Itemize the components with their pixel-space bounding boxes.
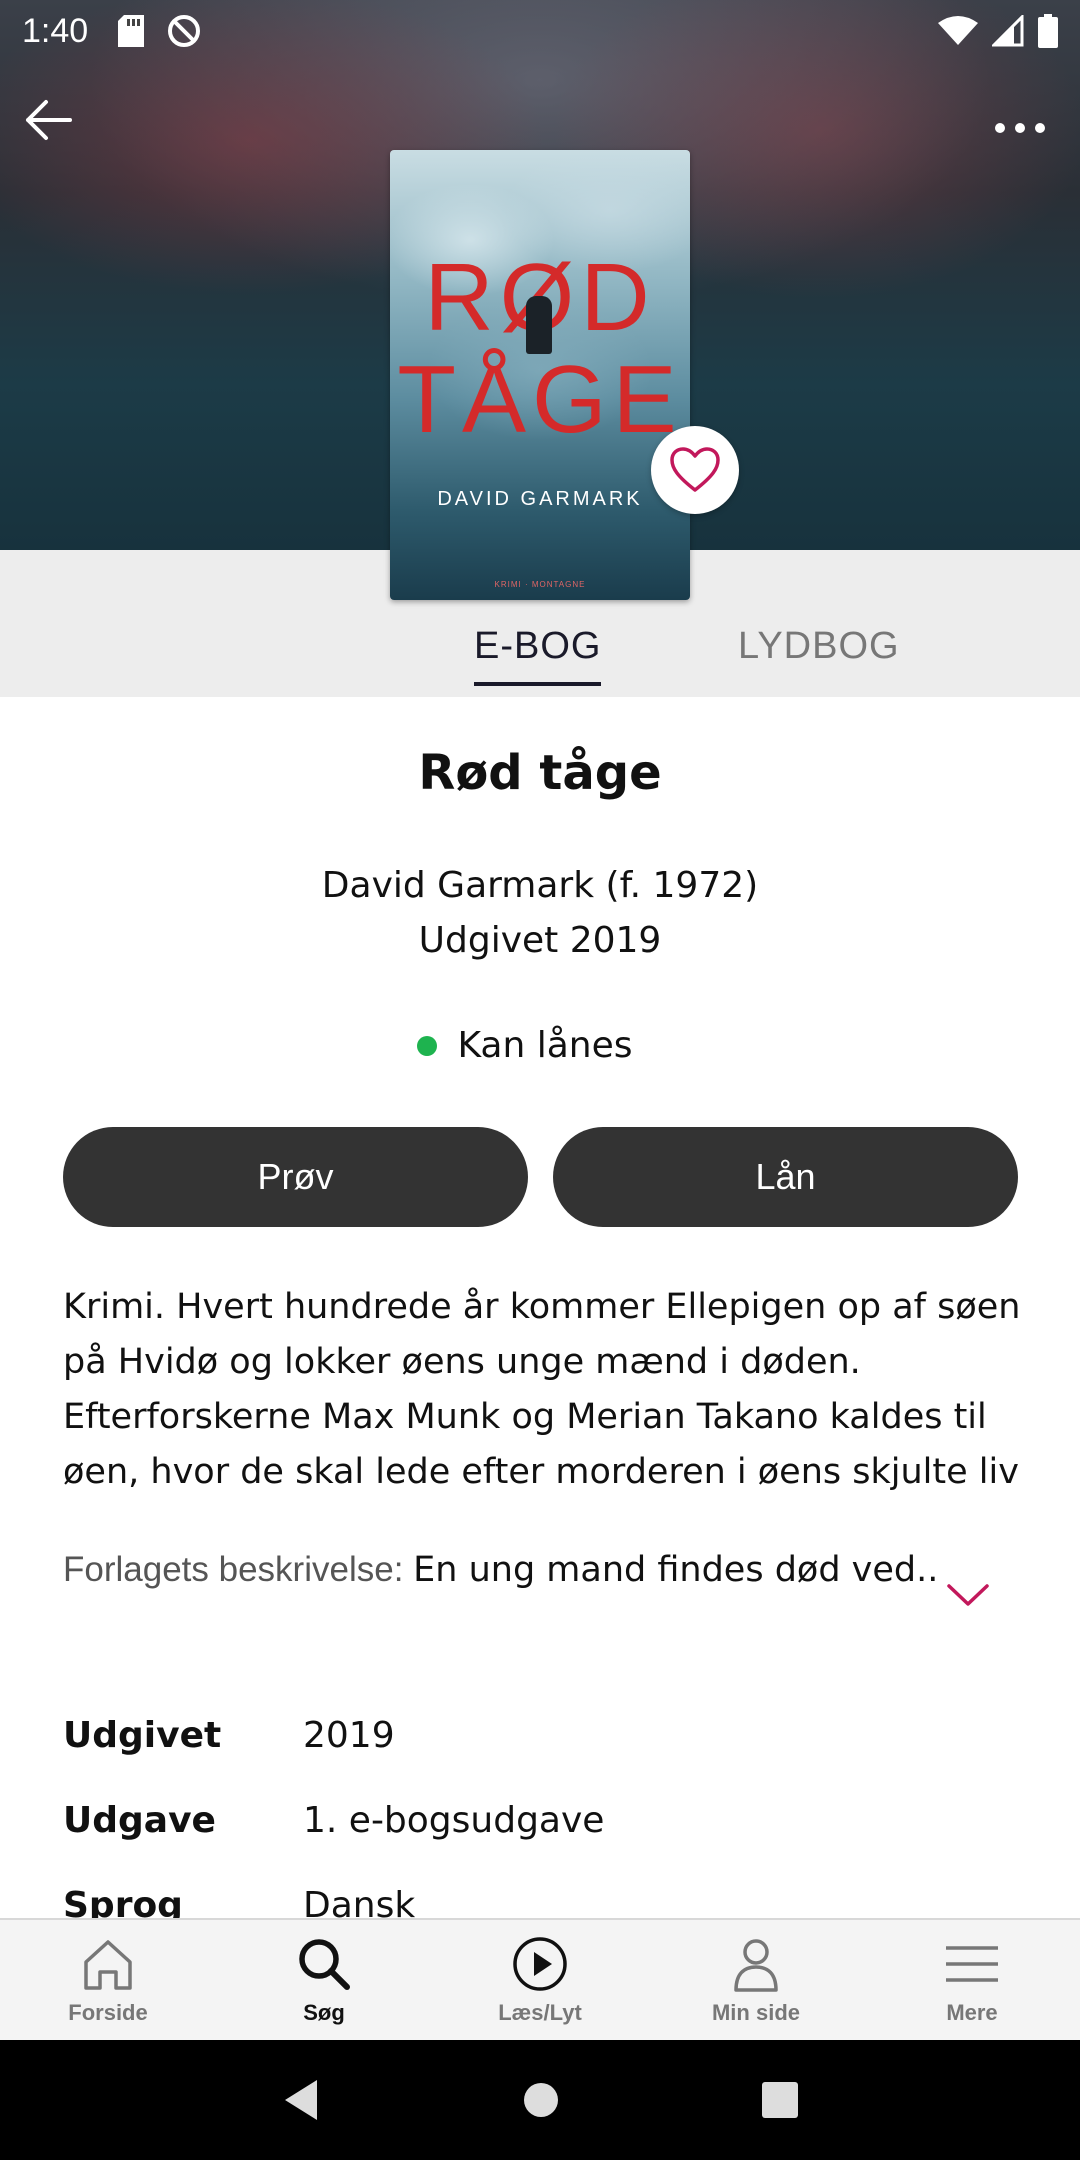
status-time: 1:40 (22, 11, 89, 50)
publisher-description[interactable]: Forlagets beskrivelse: En ung mand finde… (63, 1550, 943, 1590)
borrow-button[interactable]: Lån (553, 1127, 1018, 1227)
heart-icon (670, 447, 720, 492)
person-icon (734, 1939, 778, 1992)
publisher-description-text: En ung mand findes død ved.. (413, 1550, 939, 1590)
system-back-icon[interactable] (281, 2078, 321, 2122)
detail-value: 2019 (303, 1715, 395, 1756)
cover-author: DAVID GARMARK (437, 488, 643, 510)
bottom-navigation: Forside Søg Læs/Lyt Min side Mere (0, 1918, 1080, 2040)
try-button[interactable]: Prøv (63, 1127, 528, 1227)
home-icon (84, 1940, 132, 1990)
search-icon (299, 1939, 350, 1990)
cover-title-line2: TÅGE (397, 346, 683, 453)
format-tabs: E-BOG LYDBOG (0, 625, 1080, 695)
book-published: Udgivet 2019 (418, 920, 662, 961)
signal-icon (992, 15, 1024, 47)
nav-label: Søg (303, 2000, 345, 2025)
book-author[interactable]: David Garmark (f. 1972) (0, 865, 1080, 906)
book-description: Krimi. Hvert hundrede år kommer Ellepige… (63, 1287, 1021, 1492)
nav-item-forside[interactable]: Forside (0, 1920, 216, 2040)
nav-label: Læs/Lyt (498, 2000, 582, 2025)
system-navigation-bar (0, 2040, 1080, 2160)
more-options-icon[interactable] (990, 108, 1050, 148)
detail-key: Udgivet (63, 1715, 222, 1756)
nav-item-soeg[interactable]: Søg (216, 1920, 432, 2040)
system-home-icon[interactable] (522, 2081, 560, 2119)
battery-icon (1038, 14, 1058, 48)
book-title: Rød tåge (418, 745, 662, 801)
wifi-icon (938, 16, 978, 45)
book-cover: RØD TÅGE DAVID GARMARK KRIMI · MONTAGNE (390, 150, 690, 600)
play-icon (513, 1937, 567, 1991)
detail-value: 1. e-bogsudgave (303, 1800, 605, 1841)
availability-label: Kan lånes (457, 1025, 633, 1066)
availability-dot-icon (417, 1035, 438, 1056)
menu-icon (946, 1946, 998, 1982)
sd-card-icon (118, 15, 145, 47)
nav-label: Min side (711, 2000, 800, 2025)
nav-label: Forside (68, 2000, 148, 2025)
availability-status: Kan lånes (0, 1025, 1080, 1066)
status-bar: 1:40 (0, 0, 1080, 62)
tab-ebog[interactable]: E-BOG (474, 625, 602, 686)
do-not-disturb-icon (168, 15, 201, 47)
detail-key: Udgave (63, 1800, 216, 1841)
detail-row: Udgivet 2019 (63, 1715, 1023, 1800)
publisher-description-label: Forlagets beskrivelse (63, 1550, 394, 1589)
tab-lydbog[interactable]: LYDBOG (738, 625, 900, 682)
favorite-button[interactable] (651, 426, 739, 514)
back-arrow-icon[interactable] (18, 90, 78, 150)
system-recents-icon[interactable] (761, 2081, 799, 2119)
detail-row: Udgave 1. e-bogsudgave (63, 1800, 1023, 1885)
nav-item-laes-lyt[interactable]: Læs/Lyt (432, 1920, 648, 2040)
nav-item-min-side[interactable]: Min side (648, 1920, 864, 2040)
cover-publisher: KRIMI · MONTAGNE (494, 580, 586, 589)
chevron-down-icon[interactable] (945, 1580, 991, 1610)
nav-item-mere[interactable]: Mere (864, 1920, 1080, 2040)
nav-label: Mere (946, 2000, 998, 2025)
